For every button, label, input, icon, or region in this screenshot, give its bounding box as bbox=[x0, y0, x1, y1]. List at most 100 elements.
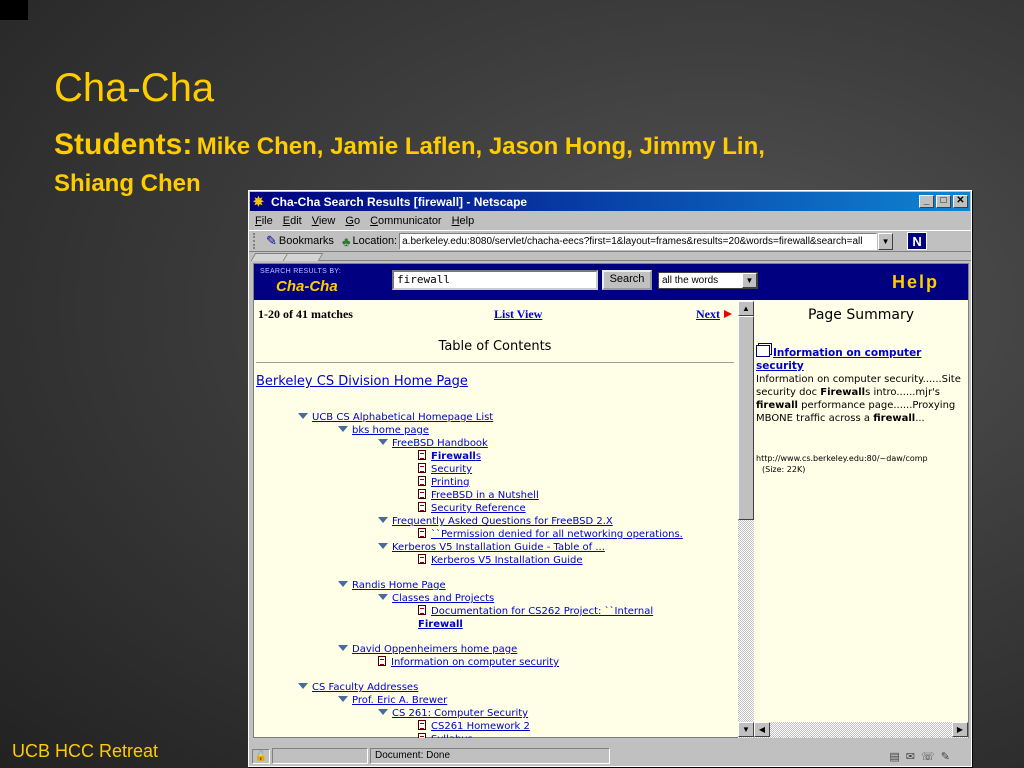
mail-icon[interactable]: ✉ bbox=[906, 750, 915, 763]
tree-link[interactable]: Security bbox=[431, 464, 472, 475]
maximize-button[interactable]: □ bbox=[936, 195, 951, 208]
collapse-tabs[interactable] bbox=[250, 252, 971, 261]
tree-doc-item[interactable]: Firewalls bbox=[418, 450, 481, 463]
navigator-icon[interactable]: ▤ bbox=[889, 750, 899, 763]
tree-link[interactable]: CS Faculty Addresses bbox=[312, 682, 418, 693]
next-link[interactable]: Next bbox=[696, 307, 720, 322]
tree-doc-item[interactable]: Syllabus bbox=[418, 733, 473, 738]
tree-folder-item[interactable]: FreeBSD Handbook bbox=[378, 437, 488, 450]
scroll-down-icon[interactable]: ▼ bbox=[738, 722, 754, 737]
discussion-icon[interactable]: ☏ bbox=[921, 750, 935, 763]
expand-triangle-icon[interactable] bbox=[298, 683, 308, 689]
tree-folder-item[interactable]: Kerberos V5 Installation Guide - Table o… bbox=[378, 541, 605, 554]
search-mode-select[interactable]: all the words ▼ bbox=[658, 272, 758, 289]
expand-triangle-icon[interactable] bbox=[338, 426, 348, 432]
scroll-right-icon[interactable]: ▶ bbox=[952, 722, 968, 737]
tree-link[interactable]: UCB CS Alphabetical Homepage List bbox=[312, 412, 493, 423]
toolbar-grip[interactable] bbox=[253, 233, 258, 249]
tree-doc-item[interactable]: Documentation for CS262 Project: ``Inter… bbox=[418, 605, 653, 618]
tree-doc-item[interactable]: Security Reference bbox=[418, 502, 526, 515]
expand-triangle-icon[interactable] bbox=[378, 439, 388, 445]
tree-doc-item[interactable]: Security bbox=[418, 463, 472, 476]
tree-link[interactable]: Kerberos V5 Installation Guide bbox=[431, 555, 583, 566]
scroll-up-icon[interactable]: ▲ bbox=[738, 301, 754, 316]
expand-triangle-icon[interactable] bbox=[338, 581, 348, 587]
tree-link[interactable]: FreeBSD Handbook bbox=[392, 438, 488, 449]
tree-root[interactable]: Berkeley CS Division Home Page bbox=[256, 375, 468, 388]
expand-triangle-icon[interactable] bbox=[298, 413, 308, 419]
search-input[interactable]: firewall bbox=[392, 270, 598, 290]
tree-link[interactable]: Prof. Eric A. Brewer bbox=[352, 695, 447, 706]
location-dropdown-icon[interactable]: ▼ bbox=[878, 232, 894, 250]
list-view-link[interactable]: List View bbox=[494, 307, 542, 322]
tree-folder-item[interactable]: CS 261: Computer Security bbox=[378, 707, 528, 720]
expand-triangle-icon[interactable] bbox=[378, 543, 388, 549]
tree-link[interactable]: bks home page bbox=[352, 425, 429, 436]
tree-link[interactable]: Printing bbox=[431, 477, 469, 488]
tree-link-suffix[interactable]: s bbox=[476, 451, 481, 462]
expand-triangle-icon[interactable] bbox=[338, 696, 348, 702]
menu-view[interactable]: View bbox=[312, 215, 336, 227]
expand-triangle-icon[interactable] bbox=[338, 645, 348, 651]
netscape-logo-icon[interactable]: N bbox=[907, 232, 928, 250]
tree-folder-item[interactable]: UCB CS Alphabetical Homepage List bbox=[298, 411, 493, 424]
summary-hscrollbar[interactable]: ◀ ▶ bbox=[754, 722, 968, 738]
tree-folder-item[interactable]: Randis Home Page bbox=[338, 579, 446, 592]
menu-go[interactable]: Go bbox=[345, 215, 360, 227]
results-scrollbar[interactable]: ▲ ▼ bbox=[738, 301, 754, 738]
tree-doc-item[interactable]: Printing bbox=[418, 476, 469, 489]
menu-help[interactable]: Help bbox=[452, 215, 475, 227]
summary-link[interactable]: Information on computer security bbox=[756, 347, 921, 372]
tree-link[interactable]: Frequently Asked Questions for FreeBSD 2… bbox=[392, 516, 613, 527]
window-titlebar[interactable]: ✵ Cha-Cha Search Results [firewall] - Ne… bbox=[250, 192, 970, 211]
tree-folder-item[interactable]: bks home page bbox=[338, 424, 429, 437]
tree-folder-item[interactable]: CS Faculty Addresses bbox=[298, 681, 418, 694]
next-arrow-icon[interactable] bbox=[724, 310, 732, 318]
tree-doc-item[interactable]: ``Permission denied for all networking o… bbox=[418, 528, 683, 541]
scroll-left-icon[interactable]: ◀ bbox=[754, 722, 770, 737]
search-button[interactable]: Search bbox=[602, 270, 652, 290]
tree-folder-item[interactable]: Prof. Eric A. Brewer bbox=[338, 694, 447, 707]
tree-link[interactable]: CS 261: Computer Security bbox=[392, 708, 528, 719]
tree-link[interactable]: David Oppenheimers home page bbox=[352, 644, 517, 655]
chevron-down-icon[interactable]: ▼ bbox=[742, 273, 757, 288]
tree-folder-item[interactable]: Classes and Projects bbox=[378, 592, 494, 605]
close-button[interactable]: ✕ bbox=[953, 195, 968, 208]
scroll-thumb[interactable] bbox=[738, 316, 754, 520]
tree-link[interactable]: Security Reference bbox=[431, 503, 526, 514]
tree-link[interactable]: CS261 Homework 2 bbox=[431, 721, 530, 732]
minimize-button[interactable]: _ bbox=[919, 195, 934, 208]
tree-link[interactable]: Syllabus bbox=[431, 734, 473, 738]
chacha-logo[interactable]: Cha-Cha bbox=[276, 278, 338, 295]
tree-link[interactable]: Randis Home Page bbox=[352, 580, 446, 591]
tree-doc-item[interactable]: CS261 Homework 2 bbox=[418, 720, 530, 733]
expand-triangle-icon[interactable] bbox=[378, 594, 388, 600]
tree-link[interactable]: Kerberos V5 Installation Guide - Table o… bbox=[392, 542, 605, 553]
bookmarks-button[interactable]: Bookmarks bbox=[279, 235, 334, 247]
expand-triangle-icon[interactable] bbox=[378, 709, 388, 715]
menu-communicator[interactable]: Communicator bbox=[370, 215, 442, 227]
bookmarks-icon[interactable]: ✎ bbox=[266, 233, 277, 249]
security-lock-icon[interactable]: 🔓 bbox=[252, 748, 270, 764]
tree-doc-item[interactable]: Kerberos V5 Installation Guide bbox=[418, 554, 583, 567]
composer-icon[interactable]: ✎ bbox=[941, 750, 950, 763]
help-link[interactable]: Help bbox=[892, 272, 939, 293]
tree-link[interactable]: FreeBSD in a Nutshell bbox=[431, 490, 539, 501]
tree-folder-item[interactable]: David Oppenheimers home page bbox=[338, 643, 517, 656]
tree-folder-item[interactable]: Frequently Asked Questions for FreeBSD 2… bbox=[378, 515, 613, 528]
location-input[interactable]: a.berkeley.edu:8080/servlet/chacha-eecs?… bbox=[399, 232, 878, 250]
tree-link[interactable]: Classes and Projects bbox=[392, 593, 494, 604]
tree-doc-item[interactable]: Firewall bbox=[418, 618, 463, 631]
tree-doc-item[interactable]: FreeBSD in a Nutshell bbox=[418, 489, 539, 502]
summary-url: http://www.cs.berkeley.edu:80/~daw/comp bbox=[756, 454, 928, 463]
tree-link[interactable]: Documentation for CS262 Project: ``Inter… bbox=[431, 606, 653, 617]
expand-triangle-icon[interactable] bbox=[378, 517, 388, 523]
menu-file[interactable]: File bbox=[255, 215, 273, 227]
tree-link[interactable]: Information on computer security bbox=[391, 657, 559, 668]
tree-link[interactable]: Firewall bbox=[418, 619, 463, 630]
tree-link[interactable]: Firewall bbox=[431, 451, 476, 462]
menu-edit[interactable]: Edit bbox=[283, 215, 302, 227]
tree-root-link[interactable]: Berkeley CS Division Home Page bbox=[256, 374, 468, 389]
tree-link[interactable]: ``Permission denied for all networking o… bbox=[431, 529, 683, 540]
tree-doc-item[interactable]: Information on computer security bbox=[378, 656, 559, 669]
